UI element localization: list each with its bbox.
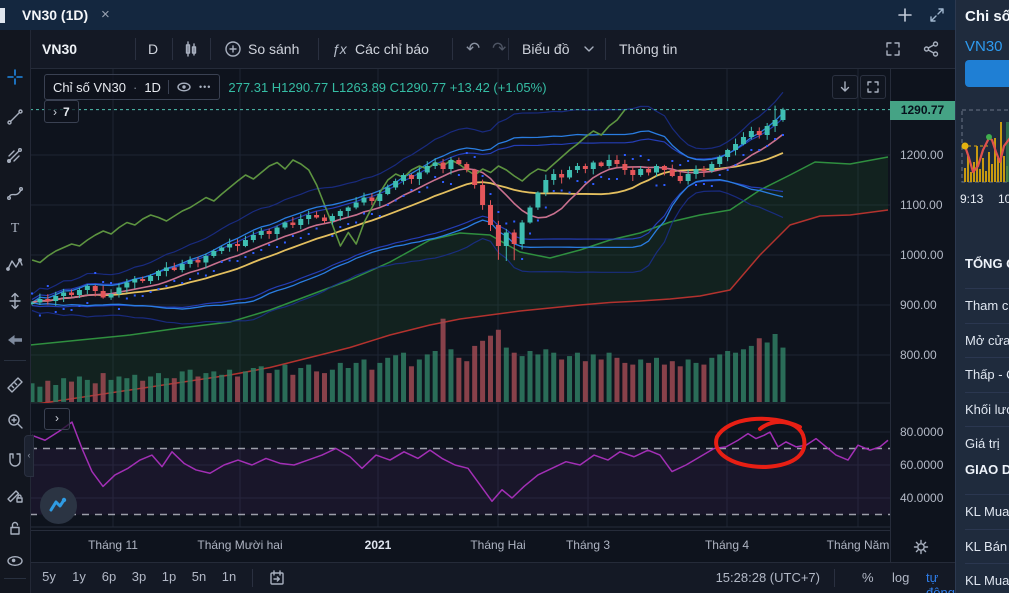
ruler-tool-icon[interactable]: [0, 370, 30, 400]
add-tab-icon[interactable]: [896, 6, 914, 24]
ohlc-values: 277.31 H1290.77 L1263.89 C1290.77 +13.42…: [228, 79, 547, 95]
range-button-1y[interactable]: 1y: [66, 569, 92, 584]
interval-button[interactable]: D: [148, 30, 158, 68]
chevron-down-icon: [584, 46, 594, 52]
trash-tool-icon[interactable]: [0, 586, 30, 593]
info-button[interactable]: Thông tin: [619, 30, 677, 68]
pane-collapse-button[interactable]: ›: [44, 408, 70, 430]
sidebar-row[interactable]: Tham chiếu: [965, 288, 1009, 322]
tab-close-icon[interactable]: ×: [101, 6, 110, 23]
main-toolbar: VN30 D So sánh ƒx Các chỉ báo ↶ ↷ Biểu đ…: [30, 30, 955, 69]
expand-window-icon[interactable]: [928, 6, 946, 24]
sidebar-row[interactable]: Khối lượng: [965, 391, 1009, 426]
share-icon[interactable]: [922, 40, 940, 58]
window-edge-fragment: [0, 8, 5, 23]
drawing-mode-lock-icon[interactable]: [0, 480, 30, 510]
range-button-1n[interactable]: 1n: [216, 569, 242, 584]
lock-all-icon[interactable]: [0, 513, 30, 543]
sidebar-symbol[interactable]: VN30: [965, 38, 1003, 55]
go-to-date-icon[interactable]: [268, 569, 286, 587]
trading-terminal: { "tab_bar": {"title": "VN30 (1D)", "clo…: [0, 0, 1009, 593]
time-axis-label: Tháng 4: [704, 538, 750, 552]
sidebar-row[interactable]: KL Mua: [965, 563, 1009, 593]
series-menu-dots-icon[interactable]: •••: [199, 82, 211, 92]
fullscreen-icon[interactable]: [884, 40, 902, 58]
sidebar-row[interactable]: KL Mua: [965, 494, 1009, 528]
main-legend: Chỉ số VN30 · 1D ••• 277.31 H1290.77 L12…: [44, 74, 547, 100]
price-axis[interactable]: [890, 68, 956, 562]
log-scale-button[interactable]: log: [892, 570, 909, 585]
redo-icon[interactable]: ↷: [492, 30, 506, 68]
sidebar-action-button[interactable]: [965, 60, 1009, 87]
range-button-1p[interactable]: 1p: [156, 569, 182, 584]
sidebar-section-header: TỔNG QUAN: [965, 256, 1009, 271]
range-button-5n[interactable]: 5n: [186, 569, 212, 584]
chart-menu-button[interactable]: Biểu đồ: [522, 30, 569, 68]
time-axis-label: Tháng Mười hai: [197, 538, 283, 552]
range-button-5y[interactable]: 5y: [36, 569, 62, 584]
sidebar-mini-chart[interactable]: [956, 100, 1009, 192]
time-axis-label: Tháng 11: [88, 538, 138, 552]
hide-drawings-eye-icon[interactable]: [0, 546, 30, 576]
position-tool-icon[interactable]: [0, 286, 30, 316]
drawing-toolbar: T ‹: [0, 30, 34, 593]
auto-scale-button[interactable]: tự động: [926, 570, 955, 593]
text-tool-icon[interactable]: T: [0, 214, 30, 244]
brush-tool-icon[interactable]: [0, 178, 30, 208]
crosshair-tool-icon[interactable]: [0, 62, 30, 92]
price-tick-label: 1200.00: [900, 148, 944, 162]
indicators-collapse-button[interactable]: › 7: [44, 100, 79, 123]
broker-logo[interactable]: [40, 487, 77, 524]
chart-style-icon[interactable]: [182, 40, 200, 58]
sidebar-row[interactable]: Mở cửa: [965, 322, 1009, 357]
sidebar-title: Chi số: [965, 8, 1009, 25]
collapse-toolbar-handle[interactable]: ‹: [24, 435, 34, 477]
price-tick-label: 1000.00: [900, 248, 944, 262]
compare-button[interactable]: So sánh: [248, 30, 299, 68]
sidebar-row[interactable]: Giá trị: [965, 426, 1009, 460]
sidebar-row[interactable]: Thấp - Cao: [965, 357, 1009, 391]
time-axis-label: Tháng Năm: [826, 538, 890, 552]
series-title: Chỉ số VN30: [53, 79, 126, 95]
watchlist-sidebar: Chi số VN30 9:13 10: TỔNG QUAN Tham chiếu…: [955, 0, 1009, 593]
axis-settings-gear-icon[interactable]: [912, 538, 930, 556]
tab-bar: VN30 (1D) ×: [0, 0, 955, 30]
compare-plus-icon[interactable]: [224, 40, 242, 58]
fx-icon: ƒx: [332, 41, 347, 57]
clock[interactable]: 15:28:28 (UTC+7): [650, 570, 820, 585]
time-axis-label: Tháng 3: [565, 538, 611, 552]
time-axis-label: 2021: [364, 538, 392, 552]
pane-move-down-icon[interactable]: [832, 75, 858, 99]
mini-chart-time-0: 9:13: [960, 192, 984, 206]
eye-icon[interactable]: [176, 79, 192, 95]
rsi-tick-label: 80.0000: [900, 425, 944, 439]
arrow-tool-icon[interactable]: [0, 325, 30, 355]
rsi-tick-label: 40.0000: [900, 491, 944, 505]
xabcd-pattern-tool-icon[interactable]: [0, 250, 30, 280]
series-interval: 1D: [144, 79, 161, 95]
sidebar-section-header: GIAO DỊCH: [965, 462, 1009, 477]
zoom-in-tool-icon[interactable]: [0, 406, 30, 436]
symbol-button[interactable]: VN30: [42, 30, 77, 68]
pane-maximize-icon[interactable]: [860, 75, 886, 99]
range-button-3p[interactable]: 3p: [126, 569, 152, 584]
range-button-6p[interactable]: 6p: [96, 569, 122, 584]
price-tick-label: 900.00: [900, 298, 937, 312]
last-price-badge: 1290.77: [890, 100, 955, 120]
chart-pane[interactable]: [30, 68, 890, 530]
rsi-tick-label: 60.0000: [900, 458, 944, 472]
price-tick-label: 800.00: [900, 348, 937, 362]
tab-title[interactable]: VN30 (1D): [22, 7, 88, 23]
undo-icon[interactable]: ↶: [466, 30, 480, 68]
sidebar-row[interactable]: KL Bán: [965, 528, 1009, 563]
trend-line-tool-icon[interactable]: [0, 102, 30, 132]
price-tick-label: 1100.00: [900, 198, 943, 212]
percent-scale-button[interactable]: %: [862, 570, 874, 585]
indicators-button[interactable]: Các chỉ báo: [355, 30, 429, 68]
mini-chart-time-1: 10:: [998, 192, 1009, 206]
series-legend[interactable]: Chỉ số VN30 · 1D •••: [44, 74, 221, 100]
pitchfork-tool-icon[interactable]: [0, 140, 30, 170]
